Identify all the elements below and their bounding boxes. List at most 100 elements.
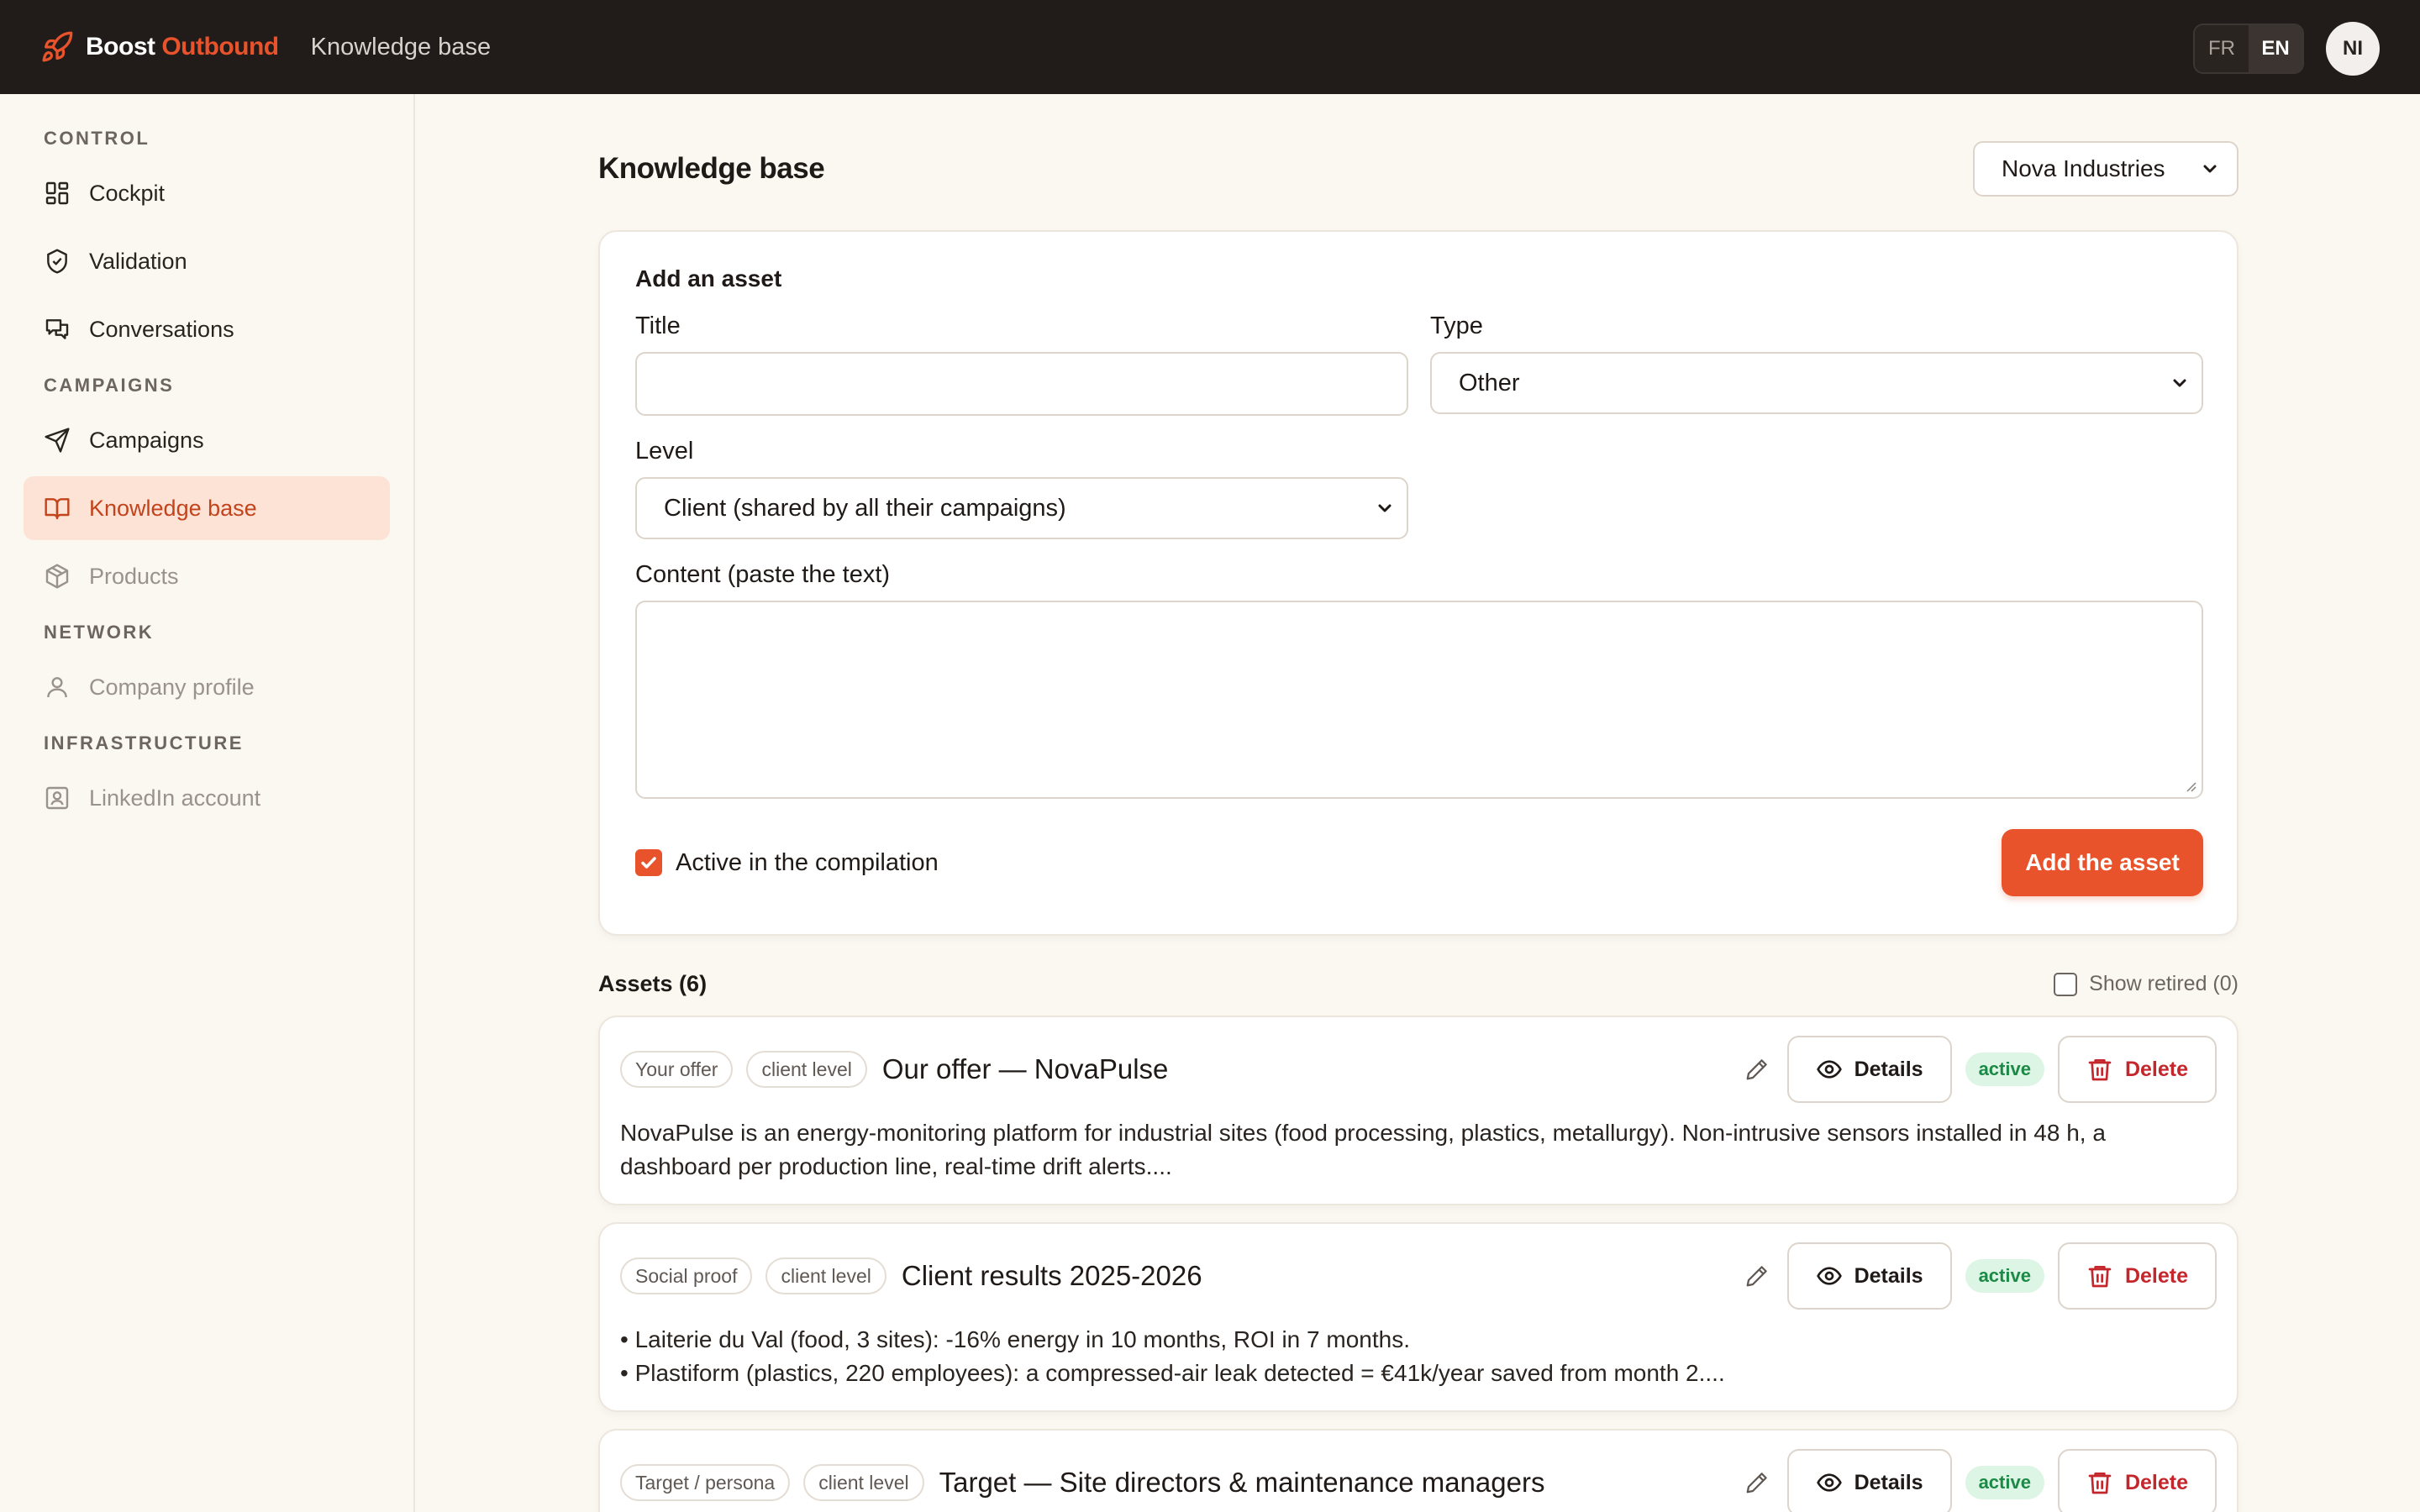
sidebar-item-label: Validation <box>89 248 187 274</box>
sidebar: CONTROL Cockpit Validation Conversations… <box>0 94 415 1512</box>
sidebar-item-knowledge-base[interactable]: Knowledge base <box>24 476 390 540</box>
asset-card: Target / persona client level Target — S… <box>598 1429 2238 1512</box>
edit-button[interactable] <box>1742 1054 1772 1084</box>
sidebar-item-linkedin-account[interactable]: LinkedIn account <box>24 766 390 830</box>
shield-check-icon <box>47 249 67 274</box>
type-select[interactable]: Other <box>1430 352 2203 414</box>
sidebar-item-products[interactable]: Products <box>24 544 390 608</box>
status-badge: active <box>1965 1053 2044 1086</box>
type-select-value: Other <box>1459 369 1520 396</box>
sidebar-item-company-profile[interactable]: Company profile <box>24 655 390 719</box>
asset-type-tag: Your offer <box>620 1051 734 1088</box>
content-textarea[interactable] <box>635 601 2203 799</box>
chevron-down-icon <box>1378 504 1392 512</box>
sidebar-item-validation[interactable]: Validation <box>24 229 390 293</box>
sidebar-item-label: Products <box>89 563 179 589</box>
language-switch: FR EN <box>2193 24 2304 74</box>
delete-label: Delete <box>2124 1057 2188 1081</box>
asset-type-tag: Social proof <box>620 1257 753 1294</box>
brand-name: Boost Outbound <box>86 33 279 61</box>
active-checkbox[interactable] <box>635 849 662 876</box>
section-label-campaigns: CAMPAIGNS <box>44 375 175 396</box>
send-icon <box>45 428 70 453</box>
trash-icon <box>2088 1473 2112 1494</box>
sidebar-item-conversations[interactable]: Conversations <box>24 297 390 361</box>
trash-icon <box>2088 1059 2112 1081</box>
status-badge: active <box>1965 1466 2044 1499</box>
asset-preview-line: • Laiterie du Val (food, 3 sites): -16% … <box>620 1326 1410 1352</box>
show-retired-checkbox[interactable] <box>2054 972 2078 996</box>
add-asset-card: Add an asset Title Type Other Level Clie… <box>598 230 2238 936</box>
brand[interactable]: Boost Outbound Knowledge base <box>40 30 491 64</box>
level-select-value: Client (shared by all their campaigns) <box>664 494 1066 522</box>
sidebar-item-label: Conversations <box>89 316 234 342</box>
sidebar-item-label: Cockpit <box>89 180 166 206</box>
add-asset-button[interactable]: Add the asset <box>2002 829 2203 896</box>
lang-en-button[interactable]: EN <box>2249 25 2302 72</box>
delete-button[interactable]: Delete <box>2057 1449 2217 1512</box>
asset-level-tag: client level <box>746 1051 867 1088</box>
sidebar-item-label: Company profile <box>89 674 255 700</box>
lang-fr-button[interactable]: FR <box>2195 25 2249 72</box>
section-label-network: NETWORK <box>44 622 155 643</box>
show-retired-label: Show retired (0) <box>2089 972 2238 995</box>
asset-level-tag: client level <box>765 1257 886 1294</box>
user-icon <box>47 677 67 698</box>
delete-button[interactable]: Delete <box>2057 1036 2217 1103</box>
pencil-icon <box>1746 1059 1767 1080</box>
client-select[interactable]: Nova Industries <box>1973 141 2238 197</box>
dashboard-icon <box>45 181 69 205</box>
client-select-value: Nova Industries <box>2002 155 2165 181</box>
title-label: Title <box>635 312 681 339</box>
page-title: Knowledge base <box>598 152 825 185</box>
avatar[interactable]: NI <box>2326 22 2380 76</box>
eye-icon <box>1816 1473 1842 1492</box>
details-button[interactable]: Details <box>1786 1242 1952 1310</box>
details-button[interactable]: Details <box>1786 1449 1952 1512</box>
resize-grip-icon[interactable] <box>2183 779 2196 792</box>
chevron-down-icon <box>2173 379 2186 387</box>
id-badge-icon <box>45 786 69 810</box>
type-label: Type <box>1430 312 1483 339</box>
sidebar-item-cockpit[interactable]: Cockpit <box>24 161 390 225</box>
delete-button[interactable]: Delete <box>2057 1242 2217 1310</box>
brand-primary: Boost <box>86 33 155 60</box>
details-label: Details <box>1854 1470 1923 1494</box>
chevron-down-icon <box>2203 165 2217 173</box>
level-select[interactable]: Client (shared by all their campaigns) <box>635 477 1408 539</box>
section-label-control: CONTROL <box>44 128 150 149</box>
status-badge: active <box>1965 1259 2044 1293</box>
active-checkbox-label: Active in the compilation <box>676 848 939 876</box>
details-button[interactable]: Details <box>1786 1036 1952 1103</box>
asset-preview-line: NovaPulse is an energy-monitoring platfo… <box>620 1120 2106 1179</box>
details-label: Details <box>1854 1057 1923 1081</box>
rocket-icon <box>42 31 73 62</box>
asset-card: Social proof client level Client results… <box>598 1222 2238 1412</box>
asset-type-tag: Target / persona <box>620 1464 791 1501</box>
assets-heading: Assets (6) <box>598 971 708 996</box>
section-label-infrastructure: INFRASTRUCTURE <box>44 732 244 753</box>
sidebar-item-label: Knowledge base <box>89 495 257 521</box>
pencil-icon <box>1746 1266 1767 1287</box>
top-bar: Boost Outbound Knowledge base FR EN NI <box>0 0 2420 94</box>
sidebar-item-campaigns[interactable]: Campaigns <box>24 408 390 472</box>
main-content: Knowledge base Nova Industries Add an as… <box>598 94 2238 1512</box>
level-label: Level <box>635 438 694 465</box>
asset-preview-line: • Plastiform (plastics, 220 employees): … <box>620 1360 1725 1386</box>
title-input[interactable] <box>635 352 1408 416</box>
show-retired-toggle[interactable]: Show retired (0) <box>2054 972 2238 996</box>
delete-label: Delete <box>2124 1263 2188 1288</box>
asset-preview: • Laiterie du Val (food, 3 sites): -16% … <box>620 1323 2217 1390</box>
asset-card: Your offer client level Our offer — Nova… <box>598 1016 2238 1205</box>
active-checkbox-row[interactable]: Active in the compilation <box>635 849 939 877</box>
content-label: Content (paste the text) <box>635 561 891 588</box>
brand-accent: Outbound <box>161 33 279 60</box>
edit-button[interactable] <box>1742 1467 1772 1498</box>
edit-button[interactable] <box>1742 1261 1772 1291</box>
add-asset-heading: Add an asset <box>635 265 782 291</box>
details-label: Details <box>1854 1263 1923 1288</box>
asset-title: Target — Site directors & maintenance ma… <box>939 1467 1545 1498</box>
book-open-icon <box>45 498 70 520</box>
asset-title: Our offer — NovaPulse <box>881 1053 1169 1084</box>
sidebar-item-label: LinkedIn account <box>89 785 261 811</box>
